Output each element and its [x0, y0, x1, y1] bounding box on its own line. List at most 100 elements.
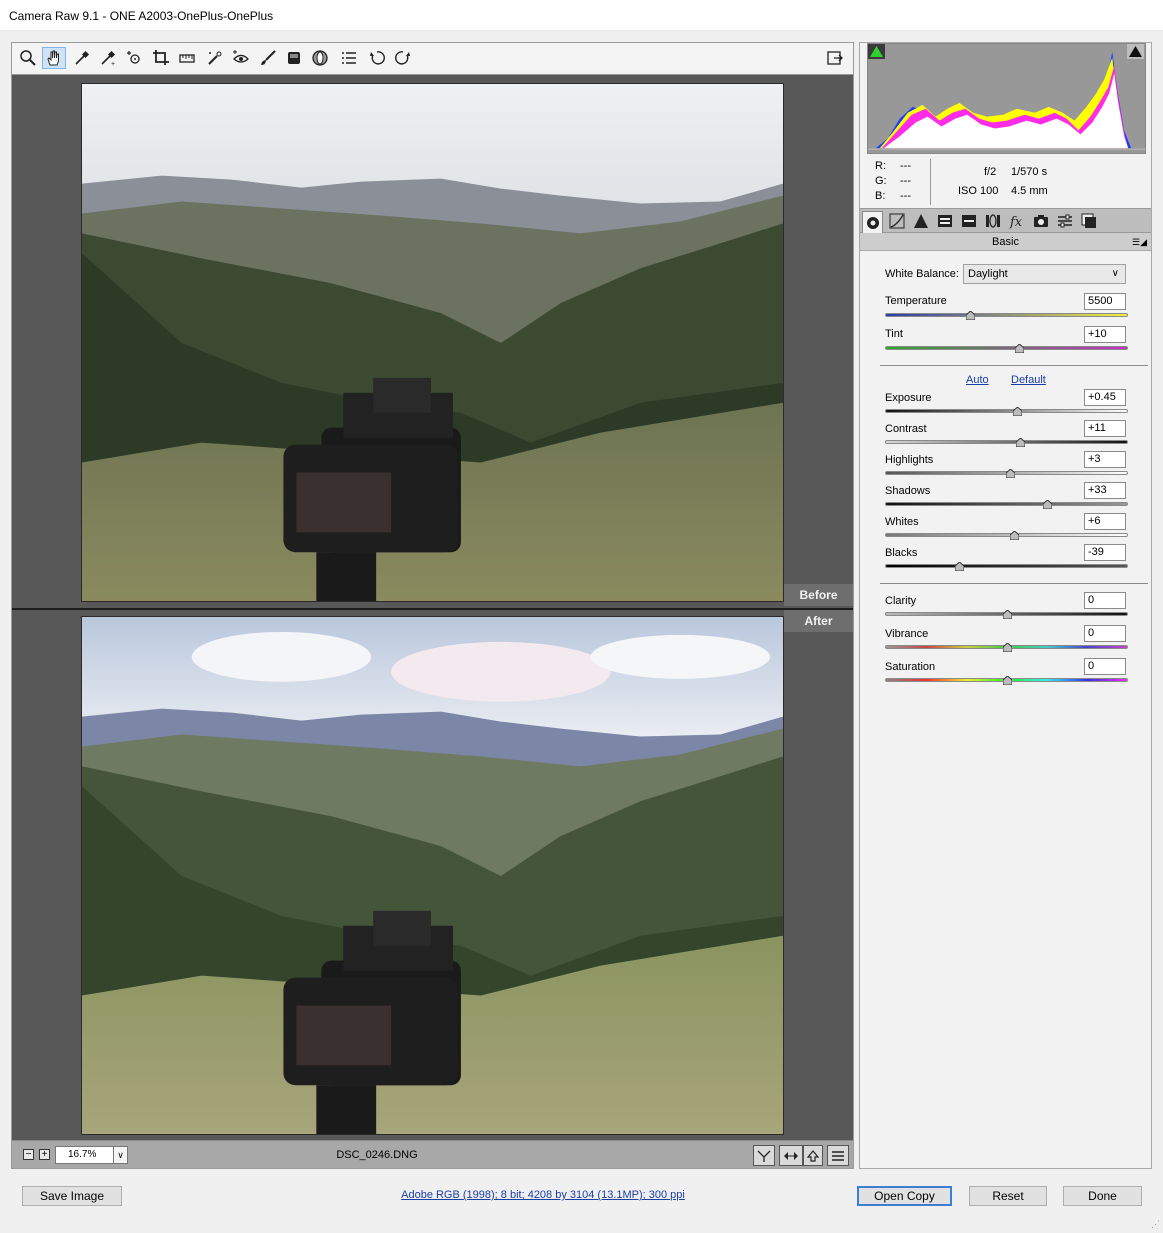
- tint-field[interactable]: +10: [1084, 326, 1126, 343]
- blacks-slider-track[interactable]: [885, 564, 1128, 568]
- svg-text:fx: fx: [1009, 215, 1023, 229]
- saturation-field[interactable]: 0: [1084, 658, 1126, 675]
- reset-button[interactable]: Reset: [969, 1186, 1047, 1206]
- targeted-adjustment-tool-icon[interactable]: [122, 47, 146, 69]
- tab-camera-calibration[interactable]: [1030, 211, 1051, 231]
- white-balance-tool-icon[interactable]: [70, 47, 94, 69]
- blacks-slider-thumb[interactable]: [955, 562, 965, 571]
- whites-field[interactable]: +6: [1084, 513, 1126, 530]
- after-preview-image[interactable]: [81, 616, 784, 1135]
- detail-triangle-icon: [913, 214, 928, 228]
- clarity-slider-thumb[interactable]: [1002, 610, 1012, 619]
- view-mode-button[interactable]: [753, 1145, 775, 1166]
- clarity-label: Clarity: [885, 595, 917, 607]
- split-divider: [12, 608, 853, 610]
- clarity-field[interactable]: 0: [1084, 592, 1126, 609]
- preferences-icon[interactable]: [337, 47, 361, 69]
- tab-tone-curve[interactable]: [886, 211, 907, 231]
- workflow-options-link[interactable]: Adobe RGB (1998); 8 bit; 4208 by 3104 (1…: [300, 1189, 786, 1201]
- adjustments-panel: R: --- G: --- B: --- f/2 1/570 s ISO 100…: [859, 42, 1152, 1169]
- before-photo-art: [82, 84, 783, 601]
- green-label: G:: [875, 175, 887, 187]
- shadows-slider-thumb[interactable]: [1042, 500, 1052, 509]
- tab-presets[interactable]: [1054, 211, 1075, 231]
- tab-effects[interactable]: fx: [1006, 211, 1027, 231]
- title-bar: Camera Raw 9.1 - ONE A2003-OnePlus-OnePl…: [0, 0, 1163, 31]
- contrast-field[interactable]: +11: [1084, 420, 1126, 437]
- whites-slider-thumb[interactable]: [1009, 531, 1019, 540]
- saturation-label: Saturation: [885, 661, 936, 673]
- shadow-clipping-warning-icon[interactable]: [868, 44, 885, 59]
- vibrance-slider-thumb[interactable]: [1002, 643, 1012, 652]
- snapshots-icon: [1081, 213, 1096, 228]
- exposure-slider-thumb[interactable]: [1013, 407, 1023, 416]
- tab-hsl[interactable]: [934, 211, 955, 231]
- panel-tabs: fx: [860, 208, 1151, 233]
- graduated-filter-icon[interactable]: [282, 47, 306, 69]
- copy-settings-button[interactable]: [803, 1145, 823, 1166]
- temperature-slider-track[interactable]: [885, 313, 1128, 317]
- highlights-slider-thumb[interactable]: [1006, 469, 1016, 478]
- divider: [880, 583, 1148, 584]
- done-button[interactable]: Done: [1063, 1186, 1142, 1206]
- hand-tool-icon[interactable]: [42, 47, 66, 69]
- before-label: Before: [784, 584, 853, 606]
- shadows-field[interactable]: +33: [1084, 482, 1126, 499]
- exposure-field[interactable]: +0.45: [1084, 389, 1126, 406]
- auto-link[interactable]: Auto: [966, 374, 989, 386]
- blue-label: B:: [875, 190, 886, 202]
- open-copy-button[interactable]: Open Copy: [857, 1186, 952, 1206]
- green-value: ---: [900, 175, 911, 187]
- saturation-slider-thumb[interactable]: [1002, 676, 1012, 685]
- white-balance-select[interactable]: Daylight ∨: [963, 264, 1126, 284]
- crop-tool-icon[interactable]: [149, 47, 173, 69]
- rotate-left-icon[interactable]: [365, 47, 389, 69]
- tab-snapshots[interactable]: [1078, 211, 1099, 231]
- zoom-out-button[interactable]: −: [23, 1149, 34, 1160]
- white-balance-value: Daylight: [968, 268, 1008, 280]
- save-image-button[interactable]: Save Image: [22, 1186, 122, 1206]
- panel-menu-icon[interactable]: ☰◢: [1132, 233, 1147, 251]
- contrast-slider-track[interactable]: [885, 440, 1128, 444]
- rotate-right-icon[interactable]: [391, 47, 415, 69]
- whites-slider-track[interactable]: [885, 533, 1128, 537]
- default-link[interactable]: Default: [1011, 374, 1046, 386]
- file-name: DSC_0246.DNG: [336, 1149, 418, 1161]
- highlight-clipping-warning-icon[interactable]: [1127, 44, 1144, 59]
- zoom-tool-icon[interactable]: [16, 47, 40, 69]
- contrast-slider-thumb[interactable]: [1015, 438, 1025, 447]
- blacks-field[interactable]: -39: [1084, 544, 1126, 561]
- toggle-fullscreen-icon[interactable]: [823, 47, 847, 69]
- tint-slider-thumb[interactable]: [1014, 344, 1024, 353]
- shadows-slider-track[interactable]: [885, 502, 1128, 506]
- tab-lens-corrections[interactable]: [982, 211, 1003, 231]
- adjustment-brush-icon[interactable]: [256, 47, 280, 69]
- zoom-dropdown-chevron-icon[interactable]: ∨: [113, 1146, 128, 1164]
- preview-preferences-button[interactable]: [827, 1145, 849, 1166]
- color-sampler-tool-icon[interactable]: +: [96, 47, 120, 69]
- tab-basic[interactable]: [862, 211, 883, 233]
- vibrance-field[interactable]: 0: [1084, 625, 1126, 642]
- tab-detail[interactable]: [910, 211, 931, 231]
- highlights-label: Highlights: [885, 454, 934, 466]
- highlights-field[interactable]: +3: [1084, 451, 1126, 468]
- red-eye-removal-icon[interactable]: [229, 47, 253, 69]
- before-preview-image[interactable]: [81, 83, 784, 602]
- radial-filter-icon[interactable]: [308, 47, 332, 69]
- temperature-slider-thumb[interactable]: [966, 311, 976, 320]
- zoom-in-button[interactable]: +: [39, 1149, 50, 1160]
- camera-icon: [1033, 215, 1048, 227]
- temperature-field[interactable]: 5500: [1084, 293, 1126, 310]
- shadows-label: Shadows: [885, 485, 931, 497]
- exposure-slider-track[interactable]: [885, 409, 1128, 413]
- after-photo-art: [82, 617, 783, 1134]
- swap-settings-button[interactable]: [779, 1145, 803, 1166]
- after-label: After: [784, 610, 853, 632]
- tab-split-toning[interactable]: [958, 211, 979, 231]
- straighten-tool-icon[interactable]: [175, 47, 199, 69]
- tint-slider-track[interactable]: [885, 346, 1128, 350]
- resize-grip-icon[interactable]: ⋰: [1151, 1219, 1160, 1230]
- spot-removal-tool-icon[interactable]: [203, 47, 227, 69]
- histogram: [867, 43, 1146, 154]
- red-label: R:: [875, 160, 886, 172]
